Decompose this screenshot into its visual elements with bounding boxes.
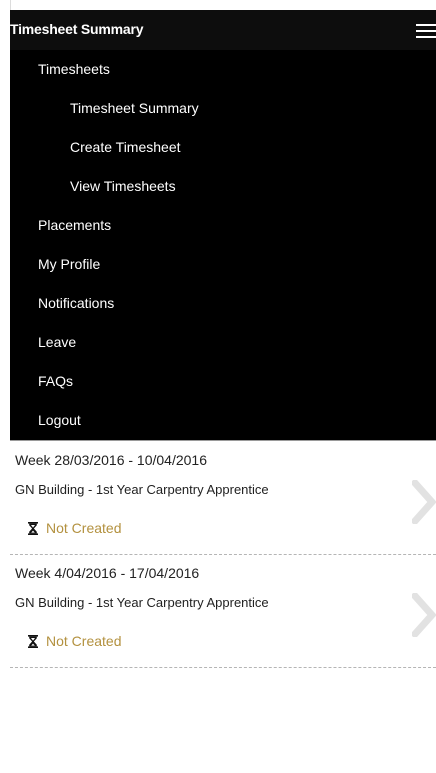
timesheet-week: Week 28/03/2016 - 10/04/2016 — [15, 452, 208, 468]
menu-item-label: FAQs — [38, 373, 74, 389]
menu-item-leave[interactable]: Leave — [10, 323, 436, 362]
menu-item-label: Create Timesheet — [70, 139, 181, 155]
menu-item-my-profile[interactable]: My Profile — [10, 245, 436, 284]
status-text: Not Created — [46, 520, 122, 536]
status-badge: Not Created — [28, 633, 121, 649]
menu-item-label: Logout — [38, 412, 81, 428]
menu-item-logout[interactable]: Logout — [10, 401, 436, 440]
menu-item-faqs[interactable]: FAQs — [10, 362, 436, 401]
hamburger-icon[interactable] — [416, 22, 436, 38]
menu-item-label: Leave — [38, 334, 77, 350]
menu-divider — [10, 440, 436, 441]
menu-item-label: Timesheet Summary — [70, 100, 199, 116]
menu-item-label: Notifications — [38, 295, 115, 311]
menu-item-label: View Timesheets — [70, 178, 176, 194]
menu-item-timesheets[interactable]: Timesheets — [10, 50, 436, 89]
menu-item-label: Timesheets — [38, 61, 110, 77]
menu-item-notifications[interactable]: Notifications — [10, 284, 436, 323]
status-badge: Not Created — [28, 520, 121, 536]
divider — [10, 667, 436, 668]
timesheet-card[interactable]: Week 28/03/2016 - 10/04/2016 GN Building… — [10, 442, 436, 555]
timesheet-placement: GN Building - 1st Year Carpentry Apprent… — [15, 482, 269, 497]
timesheet-placement: GN Building - 1st Year Carpentry Apprent… — [15, 595, 269, 610]
menu-item-timesheet-summary[interactable]: Timesheet Summary — [10, 89, 436, 128]
menu-item-label: Placements — [38, 217, 112, 233]
page-title: Timesheet Summary — [10, 21, 144, 37]
hourglass-icon — [28, 522, 38, 535]
chevron-right-icon[interactable] — [412, 480, 436, 524]
status-text: Not Created — [46, 633, 122, 649]
menu-item-placements[interactable]: Placements — [10, 206, 436, 245]
menu-item-view-timesheets[interactable]: View Timesheets — [10, 167, 436, 206]
app-container: Timesheet Summary Timesheets Timesheet S… — [10, 10, 436, 773]
menu-item-label: My Profile — [38, 256, 101, 272]
timesheet-week: Week 4/04/2016 - 17/04/2016 — [15, 565, 200, 581]
menu-item-create-timesheet[interactable]: Create Timesheet — [10, 128, 436, 167]
chevron-right-icon[interactable] — [412, 593, 436, 637]
nav-menu: Timesheets Timesheet Summary Create Time… — [10, 50, 436, 440]
app-header: Timesheet Summary — [10, 10, 436, 50]
hourglass-icon — [28, 635, 38, 648]
timesheet-card[interactable]: Week 4/04/2016 - 17/04/2016 GN Building … — [10, 555, 436, 668]
